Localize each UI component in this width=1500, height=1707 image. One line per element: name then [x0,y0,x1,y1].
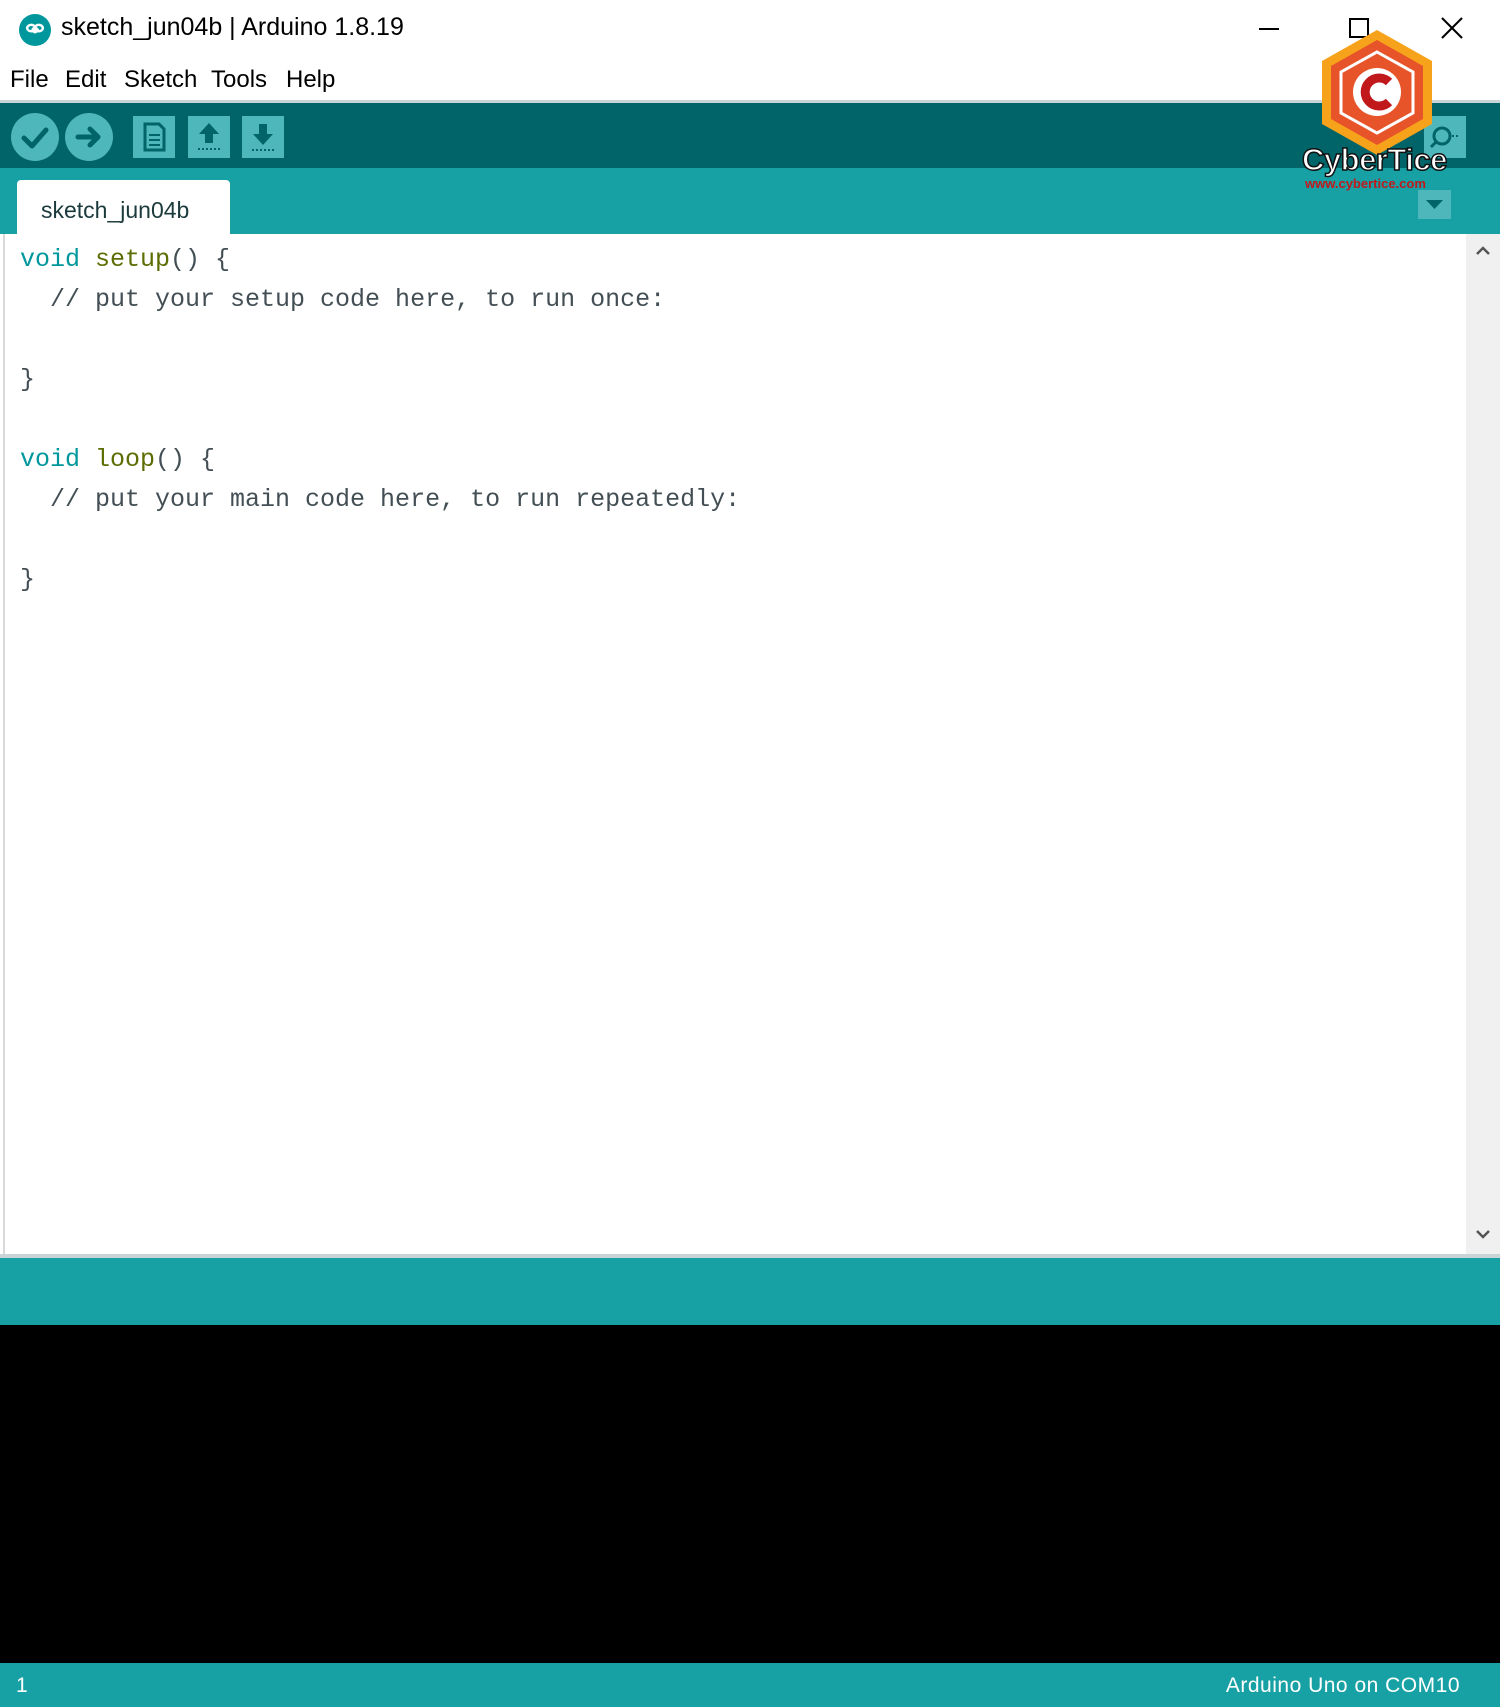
message-bar [0,1258,1500,1325]
menu-file[interactable]: File [10,66,49,94]
punct-token: () { [155,445,216,474]
save-sketch-button[interactable] [242,116,284,158]
arduino-ide-window: sketch_jun04b | Arduino 1.8.19 File Edit… [0,0,1500,1707]
new-sketch-button[interactable] [133,116,175,158]
toolbar [0,103,1500,168]
tab-label: sketch_jun04b [41,197,190,223]
code-line: } [20,365,36,394]
function-token: loop [95,445,156,474]
menu-edit[interactable]: Edit [65,66,106,94]
status-bar: 1 Arduino Uno on COM10 [0,1663,1500,1707]
board-port-status: Arduino Uno on COM10 [1225,1674,1460,1697]
upload-icon [75,126,101,148]
code-line: void loop() { [20,445,215,475]
scroll-up-icon [1476,246,1490,255]
save-icon [252,124,274,151]
menu-tools[interactable]: Tools [211,66,267,94]
new-icon [143,122,166,152]
watermark-url: www.cybertice.com [1305,176,1426,191]
punct-token: () { [170,245,231,274]
code-editor[interactable]: void setup() { // put your setup code he… [3,234,1466,1254]
verify-button[interactable] [11,113,59,161]
keyword-token: void [20,245,81,274]
code-line: // put your main code here, to run repea… [20,485,741,514]
code-line: } [20,565,36,594]
menu-bar: File Edit Sketch Tools Help [0,60,1500,100]
tab-sketch[interactable]: sketch_jun04b [17,180,230,234]
menu-sketch[interactable]: Sketch [124,66,197,94]
title-bar: sketch_jun04b | Arduino 1.8.19 [0,0,1500,60]
tab-strip: sketch_jun04b [0,168,1500,234]
code-line: void setup() { [20,245,230,275]
output-console[interactable] [0,1325,1500,1663]
editor-scrollbar[interactable] [1466,234,1500,1254]
arduino-infinity-icon [19,14,51,46]
code-line: // put your setup code here, to run once… [20,285,666,314]
function-token: setup [95,245,171,274]
watermark-name: CyberTice [1301,141,1448,178]
window-title: sketch_jun04b | Arduino 1.8.19 [61,13,404,41]
open-sketch-button[interactable] [188,116,230,158]
line-number: 1 [16,1674,28,1697]
keyword-token: void [20,445,81,474]
menu-help[interactable]: Help [286,66,335,94]
open-icon [198,123,220,150]
verify-icon [21,127,49,149]
scroll-down-icon [1476,1230,1490,1239]
upload-button[interactable] [65,113,113,161]
editor-left-border [3,234,5,1254]
